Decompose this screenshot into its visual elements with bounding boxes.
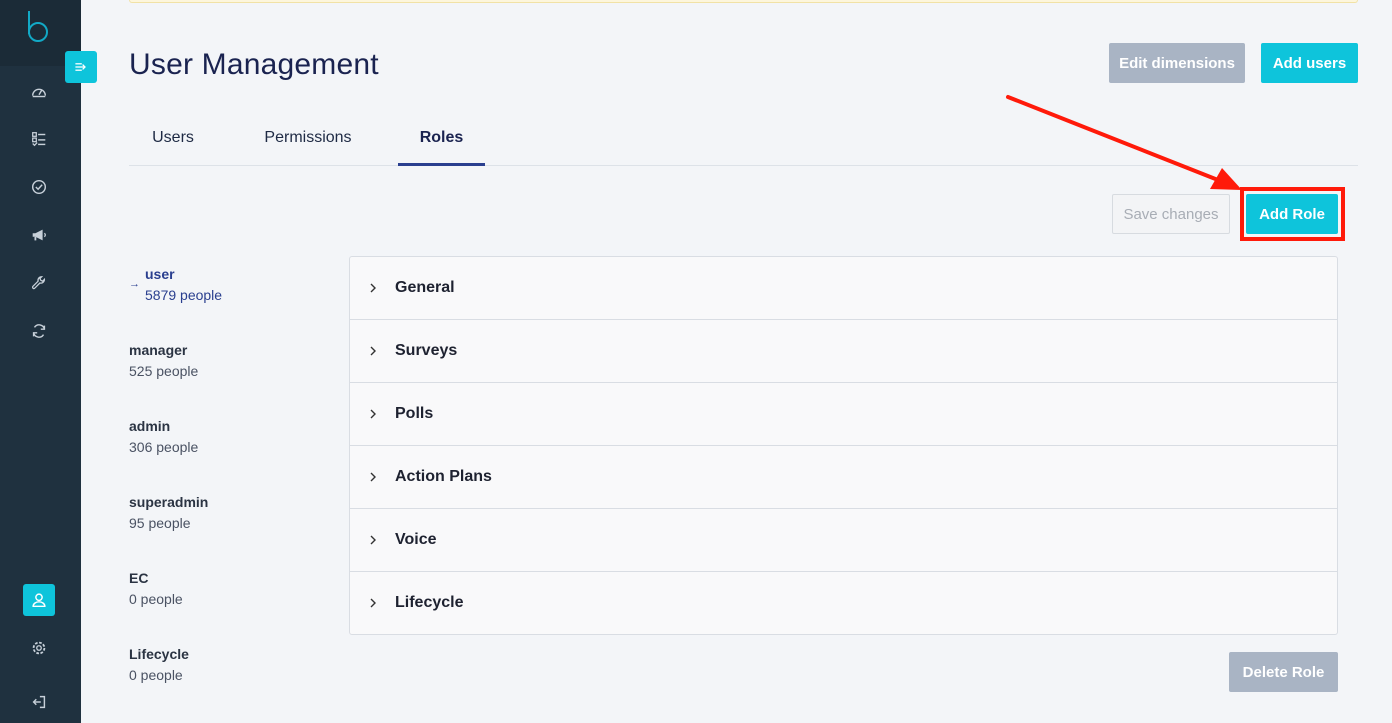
accordion-item-action-plans[interactable]: Action Plans <box>350 446 1337 509</box>
collapse-sidebar-button[interactable] <box>65 51 97 83</box>
chevron-right-icon <box>366 596 380 610</box>
accordion-item-voice[interactable]: Voice <box>350 509 1337 572</box>
role-item-ec[interactable]: EC 0 people <box>129 568 329 610</box>
chevron-right-icon <box>366 533 380 547</box>
user-icon[interactable] <box>23 584 55 616</box>
checklist-icon[interactable] <box>23 123 55 155</box>
role-item-lifecycle[interactable]: Lifecycle 0 people <box>129 644 329 686</box>
add-users-button[interactable]: Add users <box>1261 43 1358 83</box>
megaphone-icon[interactable] <box>23 219 55 251</box>
permissions-accordion: General Surveys Polls Action Plans Voice… <box>349 256 1338 635</box>
chevron-right-icon <box>366 344 380 358</box>
role-item-manager[interactable]: manager 525 people <box>129 340 329 382</box>
accordion-item-lifecycle[interactable]: Lifecycle <box>350 572 1337 634</box>
edit-dimensions-button[interactable]: Edit dimensions <box>1109 43 1245 83</box>
add-role-button[interactable]: Add Role <box>1246 194 1338 234</box>
logout-icon[interactable] <box>23 686 55 718</box>
page-title: User Management <box>129 48 379 81</box>
sidebar <box>0 0 81 723</box>
role-item-superadmin[interactable]: superadmin 95 people <box>129 492 329 534</box>
notice-banner <box>129 0 1358 3</box>
accordion-item-polls[interactable]: Polls <box>350 383 1337 446</box>
tab-bar: Users Permissions Roles <box>129 118 1358 166</box>
collapse-icon <box>75 63 86 71</box>
selected-role-arrow-icon: → <box>129 278 140 290</box>
save-changes-button[interactable]: Save changes <box>1112 194 1230 234</box>
gear-icon[interactable] <box>23 632 55 664</box>
wrench-icon[interactable] <box>23 267 55 299</box>
chevron-right-icon <box>366 281 380 295</box>
tab-users[interactable]: Users <box>129 118 217 166</box>
chevron-right-icon <box>366 407 380 421</box>
delete-role-button[interactable]: Delete Role <box>1229 652 1338 692</box>
role-item-user[interactable]: user 5879 people <box>145 264 345 306</box>
sync-icon[interactable] <box>23 315 55 347</box>
check-circle-icon[interactable] <box>23 171 55 203</box>
chevron-right-icon <box>366 470 380 484</box>
brand-logo <box>28 11 48 42</box>
accordion-item-surveys[interactable]: Surveys <box>350 320 1337 383</box>
tab-roles[interactable]: Roles <box>398 118 485 166</box>
role-item-admin[interactable]: admin 306 people <box>129 416 329 458</box>
accordion-item-general[interactable]: General <box>350 257 1337 320</box>
dashboard-icon[interactable] <box>23 76 55 108</box>
tab-permissions[interactable]: Permissions <box>252 118 364 166</box>
